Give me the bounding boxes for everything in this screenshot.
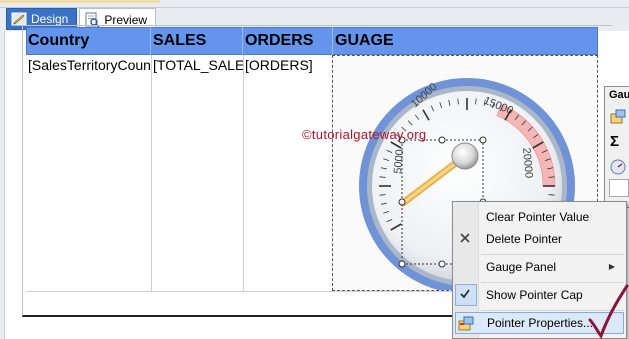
menu-item-label: Delete Pointer xyxy=(486,232,563,246)
menu-item-delete-pointer[interactable]: Delete Pointer xyxy=(455,228,624,250)
checkmark-icon xyxy=(457,287,473,303)
annotation-checkmark-icon xyxy=(588,284,629,339)
column-divider xyxy=(151,55,152,291)
menu-item-label: Gauge Panel xyxy=(486,260,557,274)
scale-label-5000: 5000 xyxy=(392,149,406,174)
truncated-title-fragment xyxy=(0,0,160,3)
column-divider xyxy=(243,55,244,291)
delete-x-icon xyxy=(457,231,473,247)
menu-item-clear-pointer-value[interactable]: Clear Pointer Value xyxy=(455,206,624,228)
menu-item-gauge-panel[interactable]: Gauge Panel ▶ xyxy=(455,256,624,278)
tab-design-label: Design xyxy=(31,12,69,26)
header-orders[interactable]: ORDERS xyxy=(243,27,333,55)
gauge-data-panel-title: Gauge Data xyxy=(609,89,629,101)
header-country[interactable]: Country xyxy=(26,27,151,55)
top-strip xyxy=(0,0,629,8)
menu-item-label: Pointer Properties... xyxy=(487,316,594,330)
properties-icon[interactable] xyxy=(610,109,626,125)
submenu-arrow-icon: ▶ xyxy=(608,262,615,271)
header-sales[interactable]: SALES xyxy=(151,27,243,55)
header-guage[interactable]: GUAGE xyxy=(333,27,598,55)
properties-icon xyxy=(458,316,474,332)
gauge-small-icon[interactable] xyxy=(610,159,626,175)
cell-orders[interactable]: [ORDERS] xyxy=(243,56,333,74)
watermark: ©tutorialgateway.org xyxy=(302,127,427,142)
pointer-cap[interactable] xyxy=(451,142,479,170)
cell-country[interactable]: [SalesTerritoryCountry] xyxy=(26,56,151,74)
cell-sales[interactable]: [TOTAL_SALES] xyxy=(151,56,243,74)
panel-field-box[interactable] xyxy=(609,179,629,197)
menu-separator xyxy=(481,254,624,255)
gauge-data-panel[interactable]: Gauge Data Σ xyxy=(604,86,629,208)
menu-item-label: Clear Pointer Value xyxy=(486,210,590,224)
menu-item-label: Show Pointer Cap xyxy=(486,288,583,302)
sigma-icon[interactable]: Σ xyxy=(610,134,626,150)
